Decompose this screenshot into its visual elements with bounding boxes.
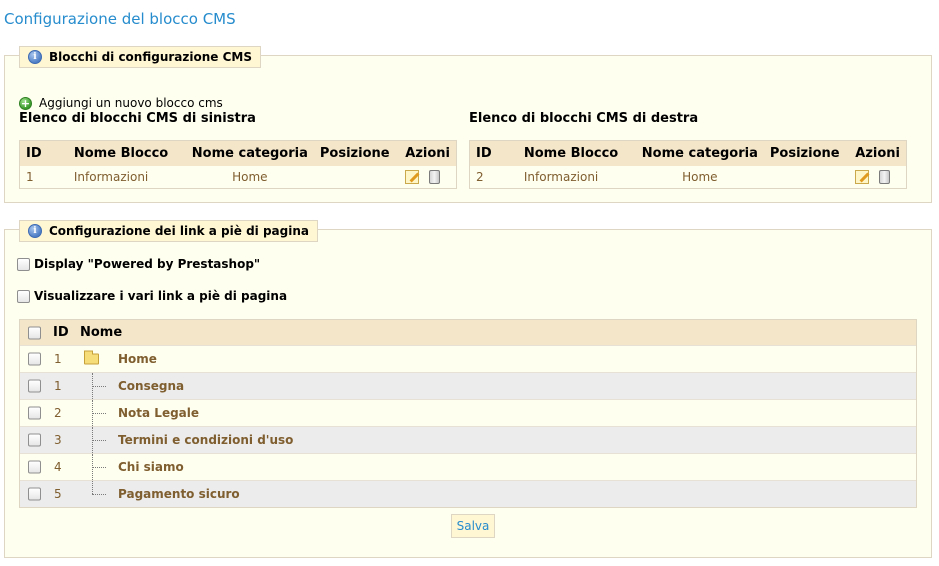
row-id: 3 xyxy=(54,433,62,447)
right-blocks-table: ID Nome Blocco Nome categoria Posizione … xyxy=(469,140,907,189)
cms-blocks-legend-label: Blocchi di configurazione CMS xyxy=(49,50,252,64)
row-id: 1 xyxy=(54,379,62,393)
row-id: 1 xyxy=(54,352,62,366)
row-name: Consegna xyxy=(118,379,185,393)
footer-links-checkbox[interactable] xyxy=(17,289,30,303)
save-button[interactable]: Salva xyxy=(451,514,495,538)
table-row: 1 Home xyxy=(20,345,916,372)
col-actions: Azioni xyxy=(399,140,457,166)
col-id: ID xyxy=(19,140,68,166)
edit-icon[interactable] xyxy=(855,170,870,184)
block-id: 2 xyxy=(469,165,518,189)
col-category: Nome categoria xyxy=(635,140,764,166)
table-row: 4 Chi siamo xyxy=(20,453,916,480)
row-checkbox[interactable] xyxy=(28,487,41,501)
row-id: 2 xyxy=(54,406,62,420)
col-actions: Azioni xyxy=(849,140,907,166)
table-row: 5 Pagamento sicuro xyxy=(20,480,916,507)
tree-branch xyxy=(92,386,106,387)
col-block-name: Nome Blocco xyxy=(67,140,186,166)
footer-links-label[interactable]: Visualizzare i vari link a piè di pagina xyxy=(34,289,287,303)
block-name[interactable]: Informazioni xyxy=(67,165,186,189)
table-header-row: ID Nome Blocco Nome categoria Posizione … xyxy=(469,140,907,166)
tree-header: ID Nome xyxy=(20,320,916,345)
cms-blocks-panel: i Blocchi di configurazione CMS + Aggiun… xyxy=(4,46,932,203)
block-actions xyxy=(399,165,457,189)
footer-links-legend-label: Configurazione dei link a piè di pagina xyxy=(49,224,309,238)
row-name: Chi siamo xyxy=(118,460,184,474)
col-category: Nome categoria xyxy=(185,140,314,166)
cms-blocks-legend: i Blocchi di configurazione CMS xyxy=(19,46,261,68)
row-id: 5 xyxy=(54,487,62,501)
row-checkbox[interactable] xyxy=(28,433,41,447)
add-cms-block-link[interactable]: + Aggiungi un nuovo blocco cms xyxy=(19,96,223,110)
trash-icon[interactable] xyxy=(429,170,441,184)
footer-links-panel: i Configurazione dei link a piè di pagin… xyxy=(4,220,932,558)
row-checkbox[interactable] xyxy=(28,460,41,474)
col-id: ID xyxy=(469,140,518,166)
folder-icon xyxy=(84,350,99,365)
row-name: Pagamento sicuro xyxy=(118,487,240,501)
col-position: Posizione xyxy=(313,140,400,166)
table-row: 3 Termini e condizioni d'uso xyxy=(20,426,916,453)
block-position xyxy=(763,165,850,189)
page-title: Configurazione del blocco CMS xyxy=(4,10,236,28)
block-category: Home xyxy=(635,165,764,189)
footer-links-legend: i Configurazione dei link a piè di pagin… xyxy=(19,220,318,242)
left-blocks-table: ID Nome Blocco Nome categoria Posizione … xyxy=(19,140,457,189)
block-position xyxy=(313,165,400,189)
block-id: 1 xyxy=(19,165,68,189)
powered-by-option: Display "Powered by Prestashop" xyxy=(17,257,260,271)
col-position: Posizione xyxy=(763,140,850,166)
tree-branch xyxy=(92,440,106,441)
table-row: 1 Informazioni Home xyxy=(19,165,457,189)
footer-links-option: Visualizzare i vari link a piè di pagina xyxy=(17,289,287,303)
tree-line xyxy=(92,481,93,494)
info-icon: i xyxy=(28,50,42,64)
col-id: ID xyxy=(53,325,69,340)
block-actions xyxy=(849,165,907,189)
footer-links-tree: ID Nome 1 Home 1 Consegna 2 Nota Legale … xyxy=(19,319,917,508)
edit-icon[interactable] xyxy=(405,170,420,184)
table-row: 2 Informazioni Home xyxy=(469,165,907,189)
info-icon: i xyxy=(28,224,42,238)
col-name: Nome xyxy=(80,325,123,340)
table-row: 1 Consegna xyxy=(20,372,916,399)
powered-by-label[interactable]: Display "Powered by Prestashop" xyxy=(34,257,260,271)
row-name: Home xyxy=(118,352,157,366)
row-name: Termini e condizioni d'uso xyxy=(118,433,294,447)
select-all-checkbox[interactable] xyxy=(28,326,41,339)
left-blocks-title: Elenco di blocchi CMS di sinistra xyxy=(19,111,256,126)
row-name: Nota Legale xyxy=(118,406,200,420)
row-checkbox[interactable] xyxy=(28,406,41,420)
table-row: 2 Nota Legale xyxy=(20,399,916,426)
col-block-name: Nome Blocco xyxy=(517,140,636,166)
tree-branch xyxy=(92,413,106,414)
tree-branch xyxy=(92,467,106,468)
table-header-row: ID Nome Blocco Nome categoria Posizione … xyxy=(19,140,457,166)
trash-icon[interactable] xyxy=(879,170,891,184)
add-cms-block-label[interactable]: Aggiungi un nuovo blocco cms xyxy=(39,96,223,110)
row-checkbox[interactable] xyxy=(28,352,41,366)
right-blocks-title: Elenco di blocchi CMS di destra xyxy=(469,111,699,126)
tree-branch xyxy=(92,494,106,495)
row-checkbox[interactable] xyxy=(28,379,41,393)
add-icon: + xyxy=(19,96,32,110)
block-name[interactable]: Informazioni xyxy=(517,165,636,189)
row-id: 4 xyxy=(54,460,62,474)
powered-by-checkbox[interactable] xyxy=(17,257,30,271)
block-category: Home xyxy=(185,165,314,189)
